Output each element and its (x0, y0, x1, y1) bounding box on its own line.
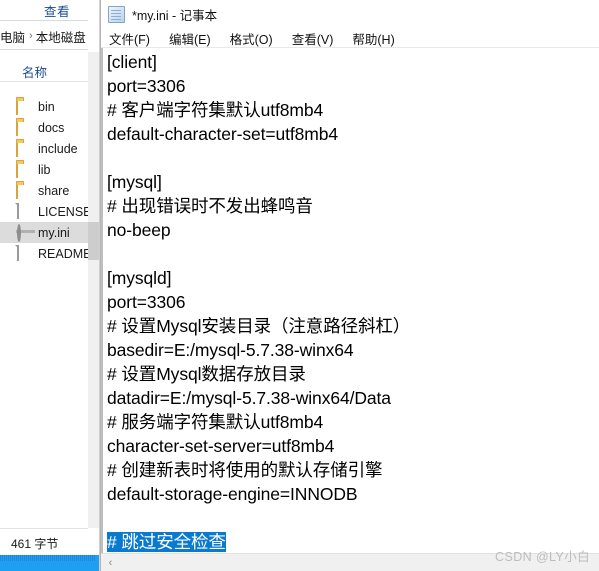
folder-icon (16, 99, 33, 115)
column-header-divider (0, 81, 88, 82)
list-item[interactable]: include (0, 138, 88, 159)
editor-line[interactable]: character-set-server=utf8mb4 (107, 434, 599, 458)
list-item-my-ini[interactable]: my.ini (0, 222, 88, 243)
editor-line[interactable]: # 出现错误时不发出蜂鸣音 (107, 194, 599, 218)
notepad-title-bar[interactable]: *my.ini - 记事本 (101, 0, 599, 28)
editor-line[interactable] (107, 506, 599, 530)
editor-line[interactable]: default-character-set=utf8mb4 (107, 122, 599, 146)
notepad-icon (108, 5, 125, 23)
editor-line[interactable]: no-beep (107, 218, 599, 242)
list-item[interactable]: bin (0, 96, 88, 117)
tab-view[interactable]: 查看 (44, 1, 70, 20)
editor-line[interactable]: # 设置Mysql安装目录（注意路径斜杠） (107, 314, 599, 338)
list-item-label: include (38, 141, 78, 156)
window-title: *my.ini - 记事本 (132, 8, 218, 23)
editor-line[interactable]: datadir=E:/mysql-5.7.38-winx64/Data (107, 386, 599, 410)
editor-line[interactable]: [client] (107, 50, 599, 74)
editor-line[interactable]: basedir=E:/mysql-5.7.38-winx64 (107, 338, 599, 362)
watermark: CSDN @LY小白 (495, 550, 590, 564)
editor-line[interactable]: port=3306 (107, 74, 599, 98)
list-item-label: docs (38, 120, 65, 135)
file-list: bin docs include lib share LICENSE my.in… (0, 96, 92, 264)
editor-line[interactable]: [mysqld] (107, 266, 599, 290)
editor-line[interactable]: # 设置Mysql数据存放目录 (107, 362, 599, 386)
column-header-name[interactable]: 名称 (22, 62, 47, 81)
breadcrumb[interactable]: 电脑 › 本地磁盘 (0, 24, 100, 48)
list-item-label: README (38, 246, 92, 261)
menu-item-edit[interactable]: 编辑(E) (169, 29, 211, 48)
file-explorer-window: 查看 电脑 › 本地磁盘 名称 bin docs include lib sha… (0, 0, 100, 571)
breadcrumb-separator-icon: › (29, 30, 33, 42)
explorer-vertical-scrollbar[interactable] (88, 52, 99, 528)
menu-item-view[interactable]: 查看(V) (292, 29, 334, 48)
editor-line[interactable]: [mysql] (107, 170, 599, 194)
file-icon (16, 245, 33, 261)
chevron-left-icon[interactable]: ‹ (104, 556, 117, 570)
editor-line[interactable]: default-storage-engine=INNODB (107, 482, 599, 506)
list-item[interactable]: lib (0, 159, 88, 180)
breadcrumb-item-local-disk[interactable]: 本地磁盘 (36, 27, 86, 46)
address-bar-divider (0, 49, 88, 50)
notepad-hscrollbar-thumb[interactable] (117, 555, 417, 571)
notepad-menu-bar: 文件(F) 编辑(E) 格式(O) 查看(V) 帮助(H) (101, 28, 599, 48)
folder-icon (16, 162, 33, 178)
menu-item-file[interactable]: 文件(F) (109, 29, 150, 48)
screen: 查看 电脑 › 本地磁盘 名称 bin docs include lib sha… (0, 0, 599, 571)
list-item-label: share (38, 183, 70, 198)
editor-line[interactable] (107, 242, 599, 266)
list-item[interactable]: share (0, 180, 88, 201)
menu-item-help[interactable]: 帮助(H) (352, 29, 394, 48)
list-item[interactable]: LICENSE (0, 201, 92, 222)
editor-line[interactable]: # 创建新表时将使用的默认存储引擎 (107, 458, 599, 482)
editor-line[interactable]: # 客户端字符集默认utf8mb4 (107, 98, 599, 122)
folder-icon (16, 120, 33, 136)
notepad-window: *my.ini - 记事本 文件(F) 编辑(E) 格式(O) 查看(V) 帮助… (100, 0, 599, 571)
explorer-ribbon: 查看 (0, 0, 100, 20)
breadcrumb-item-computer[interactable]: 电脑 (0, 27, 25, 46)
list-item-label: lib (38, 162, 51, 177)
menu-item-format[interactable]: 格式(O) (230, 29, 273, 48)
status-file-size: 461 字节 (11, 537, 59, 551)
text-editor-area[interactable]: [client] port=3306 # 客户端字符集默认utf8mb4 defaul… (101, 48, 599, 553)
editor-line[interactable]: port=3306 (107, 290, 599, 314)
ini-gear-icon (16, 224, 33, 242)
file-icon (16, 203, 33, 219)
list-item[interactable]: README (0, 243, 92, 264)
list-item[interactable]: docs (0, 117, 88, 138)
editor-line[interactable] (107, 146, 599, 170)
selected-text: # 跳过安全检查 (107, 532, 226, 552)
explorer-scrollbar-thumb[interactable] (88, 222, 99, 260)
list-item-label: bin (38, 99, 55, 114)
folder-icon (16, 183, 33, 199)
explorer-status-bar: 461 字节 (0, 528, 88, 555)
taskbar[interactable] (0, 555, 100, 571)
list-item-label: LICENSE (38, 204, 92, 219)
folder-icon (16, 141, 33, 157)
list-item-label: my.ini (38, 225, 70, 240)
ribbon-divider (0, 20, 88, 21)
editor-line[interactable]: # 服务端字符集默认utf8mb4 (107, 410, 599, 434)
